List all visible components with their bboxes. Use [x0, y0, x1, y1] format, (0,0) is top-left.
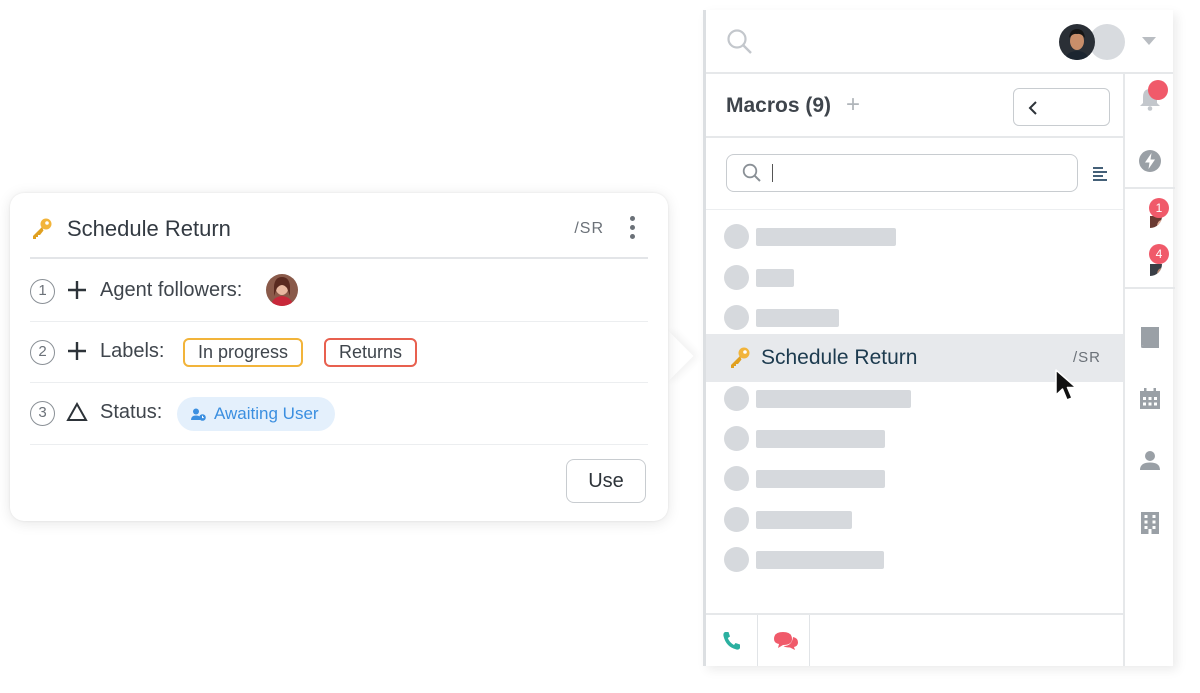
user-icon — [1140, 451, 1160, 470]
current-user-avatar[interactable] — [1059, 24, 1095, 60]
phone-icon — [723, 632, 740, 650]
action-label: Agent followers: — [100, 279, 243, 301]
search-icon — [742, 163, 761, 182]
agent-follower-avatar — [266, 274, 298, 306]
macro-title: Schedule Return — [67, 216, 231, 241]
chat-icon — [774, 632, 798, 650]
triangle-icon — [66, 401, 88, 421]
user-clock-icon — [191, 408, 206, 421]
macro-search-input[interactable] — [771, 161, 1061, 185]
macro-shortcut: /SR — [574, 220, 604, 237]
status-label: Awaiting User — [214, 404, 319, 423]
macro-preview-card: Schedule Return /SR 1 Agent followers: 2 — [10, 193, 668, 521]
rail-divider — [1125, 287, 1175, 289]
mouse-pointer-icon — [1055, 369, 1077, 401]
macro-search-box[interactable] — [726, 154, 1078, 192]
rail-divider — [1125, 187, 1175, 189]
use-macro-button[interactable]: Use — [566, 459, 646, 503]
chevron-down-icon[interactable] — [1142, 37, 1156, 45]
knowledge-base-button[interactable] — [1125, 312, 1175, 362]
text-cursor — [772, 164, 773, 182]
app-panel: Macros (9) + Schedule Return /SR 1 4 — [703, 10, 1175, 666]
key-icon — [731, 347, 750, 368]
notification-dot — [1148, 80, 1168, 100]
macro-preview-header: Schedule Return /SR — [30, 213, 648, 259]
step-number: 1 — [30, 279, 55, 304]
organizations-button[interactable] — [1125, 498, 1175, 548]
search-icon[interactable] — [726, 28, 754, 56]
lightning-bolt-icon — [1139, 150, 1161, 172]
step-number: 3 — [30, 401, 55, 426]
action-label: Status: — [100, 401, 163, 423]
book-icon — [1141, 327, 1159, 348]
quick-actions-button[interactable] — [1125, 136, 1175, 186]
chevron-left-icon — [1028, 101, 1037, 115]
building-icon — [1141, 512, 1159, 534]
chat-button[interactable] — [758, 615, 810, 666]
plus-icon — [68, 342, 86, 360]
conversation-avatar-2[interactable]: 4 — [1125, 244, 1175, 298]
macro-item-shortcut: /SR — [1072, 349, 1101, 366]
more-options-icon[interactable] — [628, 216, 636, 242]
calendar-icon — [1140, 388, 1160, 409]
label-tag-returns: Returns — [324, 338, 418, 367]
contacts-button[interactable] — [1125, 436, 1175, 486]
step-number: 2 — [30, 340, 55, 365]
sort-icon[interactable] — [1092, 166, 1108, 182]
macros-header: Macros (9) + — [706, 74, 1123, 138]
unread-badge: 4 — [1149, 244, 1169, 264]
macros-title: Macros (9) — [726, 94, 832, 117]
phone-button[interactable] — [706, 615, 758, 666]
plus-icon — [68, 281, 86, 299]
macro-action-row: 3 Status: Awaiting User — [30, 383, 648, 445]
right-icon-rail: 1 4 — [1123, 74, 1175, 666]
bottom-bar — [706, 613, 1123, 666]
notifications-button[interactable] — [1125, 74, 1175, 124]
add-macro-button[interactable]: + — [846, 93, 860, 117]
macro-search-row — [706, 138, 1123, 210]
key-icon — [33, 218, 52, 239]
macro-action-row: 1 Agent followers: — [30, 261, 648, 322]
back-button[interactable] — [1013, 88, 1110, 126]
calendar-button[interactable] — [1125, 374, 1175, 424]
label-tag-in-progress: In progress — [183, 338, 304, 367]
macros-pane: Macros (9) + Schedule Return /SR — [706, 74, 1123, 666]
status-badge: Awaiting User — [177, 397, 335, 431]
conversation-avatar-1[interactable]: 1 — [1125, 198, 1175, 248]
unread-badge: 1 — [1149, 198, 1169, 218]
macro-action-row: 2 Labels: In progress Returns — [30, 322, 648, 383]
macro-item-title: Schedule Return — [761, 346, 918, 369]
action-label: Labels: — [100, 340, 165, 362]
top-bar — [706, 10, 1173, 74]
